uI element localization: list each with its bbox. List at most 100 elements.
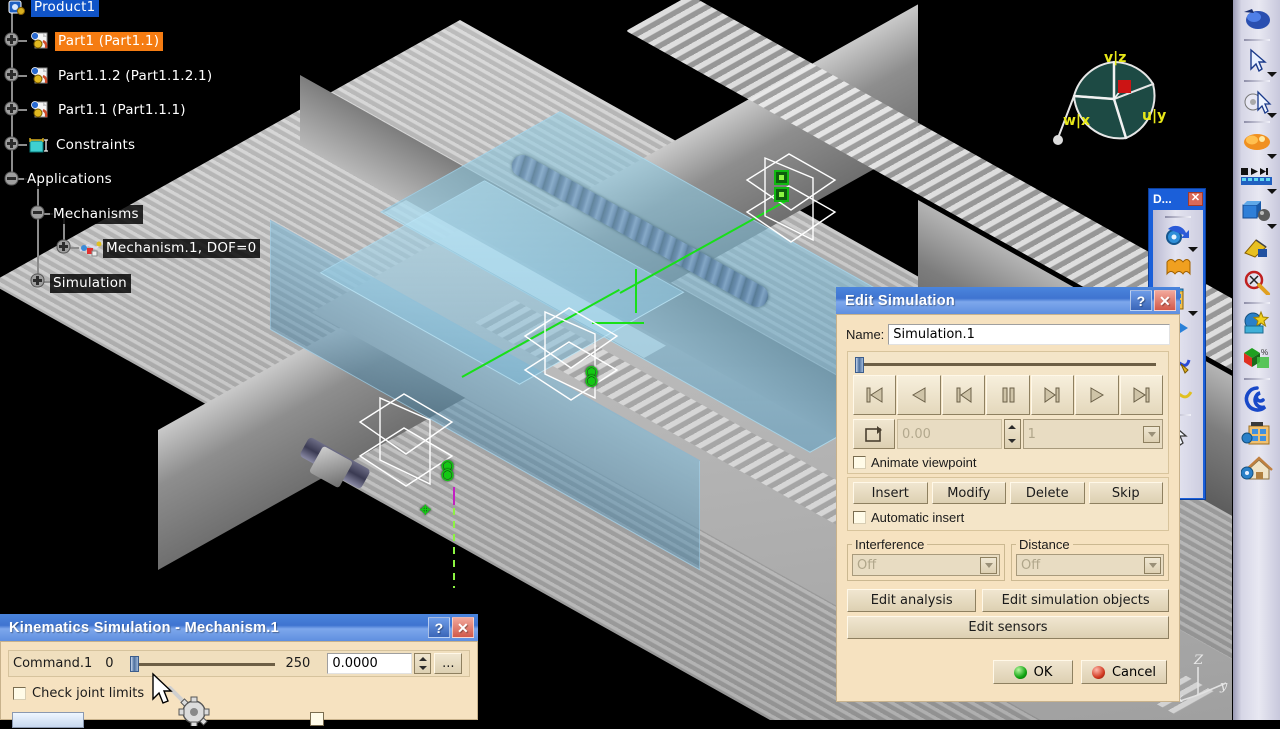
select-arrow-icon[interactable] <box>1236 43 1278 77</box>
tree-item-mechanism1[interactable]: Mechanism.1, DOF=0 <box>78 236 261 260</box>
jump-to-start-button[interactable] <box>853 375 897 415</box>
tree-item-constraints[interactable]: Constraints <box>28 133 140 157</box>
scene-star-icon[interactable] <box>1236 306 1278 340</box>
kinematics-update-icon[interactable] <box>1157 220 1199 252</box>
fitting-simulation-icon[interactable] <box>1236 195 1278 229</box>
timeline-track[interactable] <box>860 363 1156 366</box>
command-more-button[interactable]: ... <box>434 653 463 674</box>
tree-item-part1[interactable]: Part1 (Part1.1) <box>30 29 164 53</box>
position-row[interactable]: 0.00 1 <box>853 419 1163 449</box>
play-backward-button[interactable] <box>897 375 941 415</box>
check-joint-limits-row[interactable]: Check joint limits <box>13 686 474 701</box>
chevron-down-icon[interactable] <box>1266 189 1277 194</box>
home-workbench-icon[interactable] <box>1236 452 1278 486</box>
help-button[interactable]: ? <box>1130 290 1152 311</box>
position-stepper[interactable] <box>1003 419 1021 449</box>
jump-to-end-button[interactable] <box>1119 375 1163 415</box>
keyframe-buttons[interactable]: Insert Modify Delete Skip <box>853 482 1163 504</box>
command-slider[interactable] <box>128 653 278 675</box>
tree-item-part1-1-2[interactable]: Part1.1.2 (Part1.1.2.1) <box>30 64 217 88</box>
specification-tree[interactable]: Product1 Part1 (Part1.1) Part1.1.2 (Part… <box>0 0 340 310</box>
position-value-input[interactable]: 0.00 <box>897 419 1002 449</box>
automatic-insert-row[interactable]: Automatic insert <box>853 510 1163 525</box>
select-feature-icon[interactable] <box>1236 84 1278 118</box>
skip-button[interactable]: Skip <box>1088 482 1163 504</box>
modify-button[interactable]: Modify <box>931 482 1006 504</box>
tree-item-mechanisms[interactable]: Mechanisms <box>50 202 143 226</box>
command-slider-thumb[interactable] <box>129 655 139 672</box>
distance-combo[interactable]: Off <box>1016 554 1164 576</box>
tree-expander-plus[interactable] <box>4 136 19 151</box>
tree-expander-plus[interactable] <box>4 101 19 116</box>
swept-volume-icon[interactable] <box>1236 382 1278 416</box>
right-toolbar[interactable]: % <box>1232 0 1280 720</box>
tree-expander-plus[interactable] <box>56 239 71 254</box>
step-forward-button[interactable] <box>1030 375 1075 415</box>
step-backward-button[interactable] <box>941 375 986 415</box>
tree-item-simulation[interactable]: Simulation <box>50 271 131 295</box>
measure-item-icon[interactable] <box>1236 230 1278 264</box>
loop-mode-button[interactable] <box>853 419 895 449</box>
command-value-input[interactable]: 0.0000 <box>327 653 413 674</box>
stepper-down-icon[interactable] <box>415 664 430 674</box>
tree-expander-plus[interactable] <box>4 32 19 47</box>
chevron-down-icon[interactable] <box>1144 556 1161 574</box>
stepper-up-icon[interactable] <box>1005 420 1020 434</box>
chevron-down-icon[interactable] <box>1266 113 1277 118</box>
tree-item-product1[interactable]: Product1 <box>6 0 100 19</box>
simulation-name-input[interactable]: Simulation.1 <box>888 324 1170 345</box>
edit-sensors-button[interactable]: Edit sensors <box>847 616 1169 639</box>
tree-expander-minus[interactable] <box>30 205 45 220</box>
tree-item-applications[interactable]: Applications <box>24 167 116 191</box>
dialog-action-row[interactable]: OK Cancel <box>849 660 1167 684</box>
delete-button[interactable]: Delete <box>1010 482 1085 504</box>
check-joint-limits-checkbox[interactable] <box>13 687 26 700</box>
stepper-up-icon[interactable] <box>415 654 430 664</box>
insert-button[interactable]: Insert <box>853 482 928 504</box>
edit-sensors-row[interactable]: Edit sensors <box>847 616 1169 639</box>
close-button[interactable]: ✕ <box>452 617 474 638</box>
kinematics-simulation-dialog[interactable]: Kinematics Simulation - Mechanism.1 ? ✕ … <box>0 614 478 728</box>
speed-acceleration-icon[interactable] <box>1157 252 1199 284</box>
close-icon[interactable]: ✕ <box>1188 191 1203 206</box>
edit-simulation-dialog[interactable]: Edit Simulation ? ✕ Name: Simulation.1 0… <box>836 287 1180 702</box>
kinematics-titlebar[interactable]: Kinematics Simulation - Mechanism.1 ? ✕ <box>0 614 478 641</box>
navigation-compass[interactable]: v|z u|y w|x <box>1052 44 1180 164</box>
play-forward-button[interactable] <box>1075 375 1119 415</box>
close-button[interactable]: ✕ <box>1154 290 1176 311</box>
simulation-player-icon[interactable] <box>1236 160 1278 194</box>
apply-material-icon[interactable] <box>1236 2 1278 36</box>
edit-analysis-button[interactable]: Edit analysis <box>847 589 977 612</box>
animate-viewpoint-checkbox[interactable] <box>853 456 866 469</box>
command-slider-track[interactable] <box>135 662 275 666</box>
tree-expander-plus[interactable] <box>4 67 19 82</box>
stepper-down-icon[interactable] <box>1005 434 1020 448</box>
cancel-button[interactable]: Cancel <box>1081 660 1167 684</box>
timeline-thumb[interactable] <box>855 357 864 373</box>
chevron-down-icon[interactable] <box>1266 72 1277 77</box>
sectioning-icon[interactable]: % <box>1236 341 1278 375</box>
chevron-down-icon[interactable] <box>1266 154 1277 159</box>
measure-between-icon[interactable] <box>1236 265 1278 299</box>
step-count-combo[interactable]: 1 <box>1022 419 1163 449</box>
tree-item-part1-1[interactable]: Part1.1 (Part1.1.1) <box>30 98 190 122</box>
chevron-down-icon[interactable] <box>1266 224 1277 229</box>
edit-simulation-objects-button[interactable]: Edit simulation objects <box>982 589 1169 612</box>
command-stepper[interactable] <box>414 653 432 674</box>
tree-expander-minus[interactable] <box>4 171 19 186</box>
edit-simulation-titlebar[interactable]: Edit Simulation ? ✕ <box>836 287 1180 314</box>
playback-controls[interactable] <box>853 375 1163 415</box>
timeline-slider[interactable] <box>853 357 1163 373</box>
help-button[interactable]: ? <box>428 617 450 638</box>
chevron-down-icon[interactable] <box>980 556 997 574</box>
reset-button-partial[interactable] <box>12 712 84 728</box>
float-toolbar-titlebar[interactable]: D... ✕ <box>1149 189 1205 208</box>
analysis-checkbox-partial[interactable] <box>310 712 324 726</box>
animate-viewpoint-row[interactable]: Animate viewpoint <box>853 455 1163 470</box>
edit-buttons-row[interactable]: Edit analysis Edit simulation objects <box>847 589 1169 612</box>
tree-expander-plus[interactable] <box>30 273 45 288</box>
interference-combo[interactable]: Off <box>852 554 1000 576</box>
highlight-cloud-icon[interactable] <box>1236 125 1278 159</box>
ok-button[interactable]: OK <box>993 660 1073 684</box>
automatic-insert-checkbox[interactable] <box>853 511 866 524</box>
